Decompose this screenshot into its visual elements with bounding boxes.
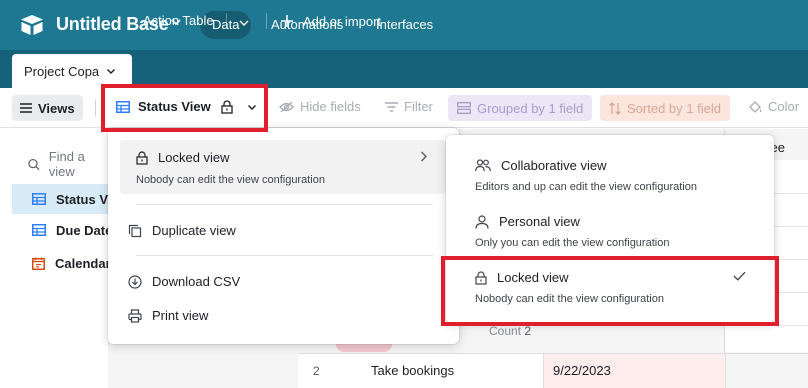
group-count: Count 2 [489, 324, 531, 338]
download-csv-label: Download CSV [152, 274, 241, 289]
row-number: 2 [313, 364, 320, 378]
option-collaborative-view[interactable]: Collaborative view [475, 158, 607, 173]
menu-divider [136, 204, 433, 205]
base-logo-icon[interactable] [20, 14, 44, 36]
person-icon [475, 214, 489, 229]
chevron-down-icon[interactable] [106, 66, 116, 76]
color-button[interactable]: Color [748, 99, 799, 114]
filter-label: Filter [404, 99, 433, 114]
download-icon [128, 274, 142, 289]
paint-bucket-icon [749, 100, 762, 113]
chevron-right-icon [421, 151, 427, 162]
sidebar-item-status-view[interactable]: Status View [12, 184, 108, 214]
filter-icon [385, 101, 398, 112]
printer-icon [128, 308, 142, 323]
sidebar-item-label: Calendar [55, 255, 108, 271]
table-tab-bar: Project Copa [0, 50, 808, 88]
menu-item-duplicate-view[interactable]: Duplicate view [128, 223, 236, 238]
users-icon [475, 159, 491, 172]
lock-icon [136, 150, 148, 165]
hide-fields-label: Hide fields [300, 99, 361, 114]
count-label: Count [489, 324, 522, 338]
divider [226, 13, 227, 29]
menu-item-download-csv[interactable]: Download CSV [128, 274, 240, 289]
sidebar-item-label: Status View [56, 191, 108, 207]
sorted-button[interactable]: Sorted by 1 field [600, 95, 730, 121]
calendar-icon [32, 257, 45, 270]
hamburger-icon [20, 103, 32, 113]
plus-icon [281, 15, 293, 27]
hide-fields-button[interactable]: Hide fields [279, 99, 361, 114]
locked-view-desc: Nobody can edit the view configuration [136, 174, 325, 186]
add-or-import-label: Add or import [303, 13, 382, 29]
locked-view-title: Locked view [158, 150, 230, 165]
chevron-down-icon[interactable] [238, 17, 250, 29]
menu-divider [136, 255, 433, 256]
tab-project-copa[interactable]: Project Copa [12, 54, 132, 88]
group-icon [457, 102, 471, 114]
grouped-button[interactable]: Grouped by 1 field [448, 95, 593, 121]
row-date-value: 9/22/2023 [553, 363, 611, 378]
grouped-label: Grouped by 1 field [477, 100, 584, 116]
collaborative-view-desc: Editors and up can edit the view configu… [475, 181, 697, 193]
annotation-highlight-view-button [101, 84, 268, 132]
filter-button[interactable]: Filter [385, 99, 433, 114]
sidebar-item-due-date[interactable]: Due Date [12, 215, 108, 245]
grid-icon [32, 193, 46, 205]
views-button[interactable]: Views [12, 95, 83, 121]
search-icon [28, 158, 40, 170]
add-or-import-button[interactable]: Add or import [280, 4, 381, 38]
duplicate-icon [128, 224, 142, 237]
divider [266, 13, 267, 29]
find-view-placeholder: Find a view [48, 149, 85, 179]
sorted-label: Sorted by 1 field [627, 100, 721, 116]
menu-locked-view-row[interactable]: Locked view [136, 150, 230, 165]
annotation-highlight-locked-option [441, 256, 779, 326]
find-view-input[interactable]: Find a view [28, 149, 108, 179]
count-value: 2 [524, 324, 532, 338]
print-view-label: Print view [152, 308, 209, 323]
top-bar: Untitled Base Data Automations Interface… [0, 0, 808, 50]
collaborative-view-title: Collaborative view [501, 158, 607, 173]
sidebar-item-label: Due Date [56, 222, 108, 238]
row-date-cell[interactable]: 9/22/2023 [543, 354, 725, 388]
duplicate-view-label: Duplicate view [152, 223, 236, 238]
grid-icon [32, 224, 46, 236]
personal-view-title: Personal view [499, 214, 580, 229]
sort-icon [609, 101, 621, 115]
color-label: Color [768, 99, 800, 114]
row-empty-cell[interactable] [725, 354, 808, 388]
eye-off-icon [279, 101, 294, 112]
views-label: Views [38, 100, 75, 116]
row-name-cell[interactable]: Take bookings [371, 363, 454, 378]
sidebar-item-calendar[interactable]: Calendar [12, 248, 108, 278]
tab-label: Project Copa [24, 63, 100, 79]
option-personal-view[interactable]: Personal view [475, 214, 580, 229]
divider [95, 100, 96, 116]
tab-action-table[interactable]: Action Table [143, 4, 214, 38]
views-sidebar: Find a view Status View Due Date Calenda… [0, 129, 108, 388]
menu-item-print-view[interactable]: Print view [128, 308, 208, 323]
personal-view-desc: Only you can edit the view configuration [475, 237, 670, 249]
